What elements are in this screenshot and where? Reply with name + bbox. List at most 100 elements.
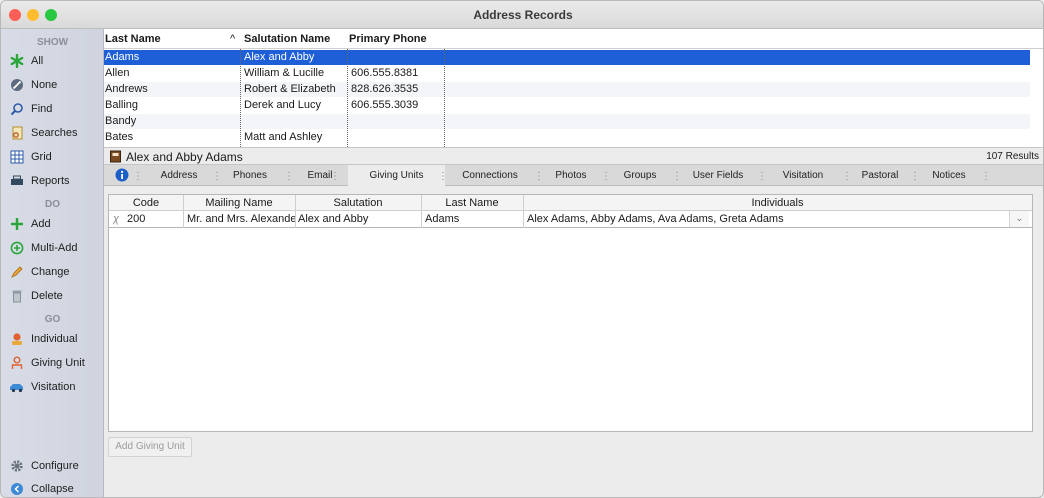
- add-giving-unit-button[interactable]: Add Giving Unit: [108, 437, 192, 457]
- tab-visitation[interactable]: Visitation: [767, 165, 839, 186]
- sidebar-item-all[interactable]: All: [9, 52, 101, 70]
- edit-marker-icon: χ: [113, 213, 120, 225]
- tab-address[interactable]: Address: [149, 165, 209, 186]
- tab-pastoral[interactable]: Pastoral: [852, 165, 908, 186]
- tab-phones[interactable]: Phones: [220, 165, 280, 186]
- column-salutation-name[interactable]: Salutation Name: [244, 33, 330, 45]
- table-row[interactable]: Andrews Robert & Elizabeth 828.626.3535: [104, 82, 1030, 97]
- tab-notices[interactable]: Notices: [920, 165, 978, 186]
- sidebar-item-find[interactable]: Find: [9, 100, 101, 118]
- detail-tabs: ⋮ Address ⋮ Phones ⋮ Email ⋮ Giving Unit…: [104, 165, 1043, 186]
- show-header: SHOW: [36, 37, 69, 48]
- collapse-icon: [9, 481, 25, 497]
- record-name-bar: Alex and Abby Adams 107 Results: [104, 147, 1043, 166]
- asterisk-icon: [9, 53, 25, 69]
- sidebar-item-change[interactable]: Change: [9, 263, 101, 281]
- salutation-cell: Derek and Lucy: [244, 99, 322, 111]
- tab-divider: ⋮: [672, 171, 682, 182]
- pencil-icon: [9, 264, 25, 280]
- printer-icon: [9, 173, 25, 189]
- none-icon: [9, 77, 25, 93]
- sidebar-item-reports[interactable]: Reports: [9, 172, 101, 190]
- giving-unit-row[interactable]: χ 200 Mr. and Mrs. Alexander Alex and Ab…: [109, 211, 1032, 228]
- info-icon[interactable]: [115, 168, 129, 185]
- salutation-cell[interactable]: Alex and Abby: [298, 213, 418, 225]
- tab-divider: ⋮: [601, 171, 611, 182]
- grid-icon: [9, 149, 25, 165]
- tab-groups[interactable]: Groups: [611, 165, 669, 186]
- sidebar-item-label: Searches: [31, 127, 78, 139]
- window-title: Address Records: [473, 8, 573, 22]
- sidebar-item-multi-add[interactable]: Multi-Add: [9, 239, 101, 257]
- individuals-cell[interactable]: Alex Adams, Abby Adams, Ava Adams, Greta…: [527, 213, 1007, 225]
- last-name-cell[interactable]: Adams: [425, 213, 521, 225]
- individual-icon: [9, 331, 25, 347]
- gear-icon: [9, 458, 25, 474]
- tab-giving-units[interactable]: Giving Units: [348, 165, 445, 186]
- tab-divider: ⋮: [284, 171, 294, 182]
- code-cell[interactable]: 200: [127, 213, 181, 225]
- column-mailing-name[interactable]: Mailing Name: [183, 197, 295, 209]
- sidebar-item-delete[interactable]: Delete: [9, 287, 101, 305]
- records-grid: Last Name ^ Salutation Name Primary Phon…: [104, 29, 1043, 147]
- sidebar-item-label: Individual: [31, 333, 78, 345]
- tab-user-fields[interactable]: User Fields: [682, 165, 754, 186]
- sidebar-item-individual[interactable]: Individual: [9, 330, 101, 348]
- tab-divider: ⋮: [910, 171, 920, 182]
- record-name: Alex and Abby Adams: [126, 150, 243, 164]
- tab-divider: ⋮: [842, 171, 852, 182]
- last-name-cell: Balling: [105, 99, 139, 111]
- configure-button[interactable]: Configure: [9, 457, 101, 475]
- column-last-name[interactable]: Last Name: [421, 197, 523, 209]
- giving-unit-icon: [9, 355, 25, 371]
- sidebar-item-label: Change: [31, 266, 70, 278]
- column-divider[interactable]: [347, 49, 348, 147]
- column-code[interactable]: Code: [109, 197, 183, 209]
- table-row[interactable]: Balling Derek and Lucy 606.555.3039: [104, 98, 1030, 113]
- sidebar-item-add[interactable]: Add: [9, 215, 101, 233]
- multi-add-icon: [9, 240, 25, 256]
- tab-divider: ⋮: [438, 171, 448, 182]
- last-name-cell: Adams: [105, 51, 140, 63]
- salutation-cell: William & Lucille: [244, 67, 325, 79]
- column-primary-phone[interactable]: Primary Phone: [349, 33, 427, 45]
- phone-cell: 606.555.8381: [351, 67, 419, 79]
- sidebar-item-searches[interactable]: Searches: [9, 124, 101, 142]
- tab-divider: ⋮: [133, 171, 143, 182]
- collapse-button[interactable]: Collapse: [9, 480, 101, 497]
- table-row[interactable]: Bandy: [104, 114, 1030, 129]
- sidebar-item-giving-unit[interactable]: Giving Unit: [9, 354, 101, 372]
- column-individuals[interactable]: Individuals: [523, 197, 1032, 209]
- column-last-name[interactable]: Last Name: [105, 33, 161, 45]
- sidebar-item-label: None: [31, 79, 58, 91]
- car-icon: [9, 379, 25, 395]
- sidebar-item-none[interactable]: None: [9, 76, 101, 94]
- mailing-name-cell[interactable]: Mr. and Mrs. Alexander: [187, 213, 295, 225]
- results-count: 107 Results: [986, 151, 1039, 162]
- sidebar-item-label: All: [31, 55, 44, 67]
- column-salutation[interactable]: Salutation: [295, 197, 421, 209]
- table-row[interactable]: Bates Matt and Ashley: [104, 130, 1030, 147]
- column-divider[interactable]: [444, 49, 445, 147]
- sidebar-item-label: Grid: [31, 151, 52, 163]
- chevron-down-icon[interactable]: ⌄: [1009, 211, 1029, 227]
- address-book-icon: [109, 150, 122, 166]
- plus-icon: [9, 216, 25, 232]
- table-row[interactable]: Adams Alex and Abby: [104, 50, 1030, 65]
- sidebar-item-label: Giving Unit: [31, 357, 85, 369]
- giving-units-header: Code Mailing Name Salutation Last Name I…: [109, 195, 1032, 211]
- go-header: GO: [44, 314, 61, 325]
- address-records-window: Address Records SHOW All None Find Searc…: [0, 0, 1044, 498]
- tab-connections[interactable]: Connections: [450, 165, 530, 186]
- salutation-cell: Alex and Abby: [244, 51, 315, 63]
- configure-label: Configure: [31, 460, 79, 472]
- column-divider[interactable]: [240, 49, 241, 147]
- table-row[interactable]: Allen William & Lucille 606.555.8381: [104, 66, 1030, 81]
- sidebar-item-grid[interactable]: Grid: [9, 148, 101, 166]
- tab-photos[interactable]: Photos: [544, 165, 598, 186]
- tab-divider: ⋮: [534, 171, 544, 182]
- sort-ascending-icon[interactable]: ^: [230, 33, 235, 45]
- column-divider: [421, 195, 422, 228]
- sidebar: SHOW All None Find Searches Grid Reports…: [1, 29, 104, 497]
- sidebar-item-visitation[interactable]: Visitation: [9, 378, 101, 396]
